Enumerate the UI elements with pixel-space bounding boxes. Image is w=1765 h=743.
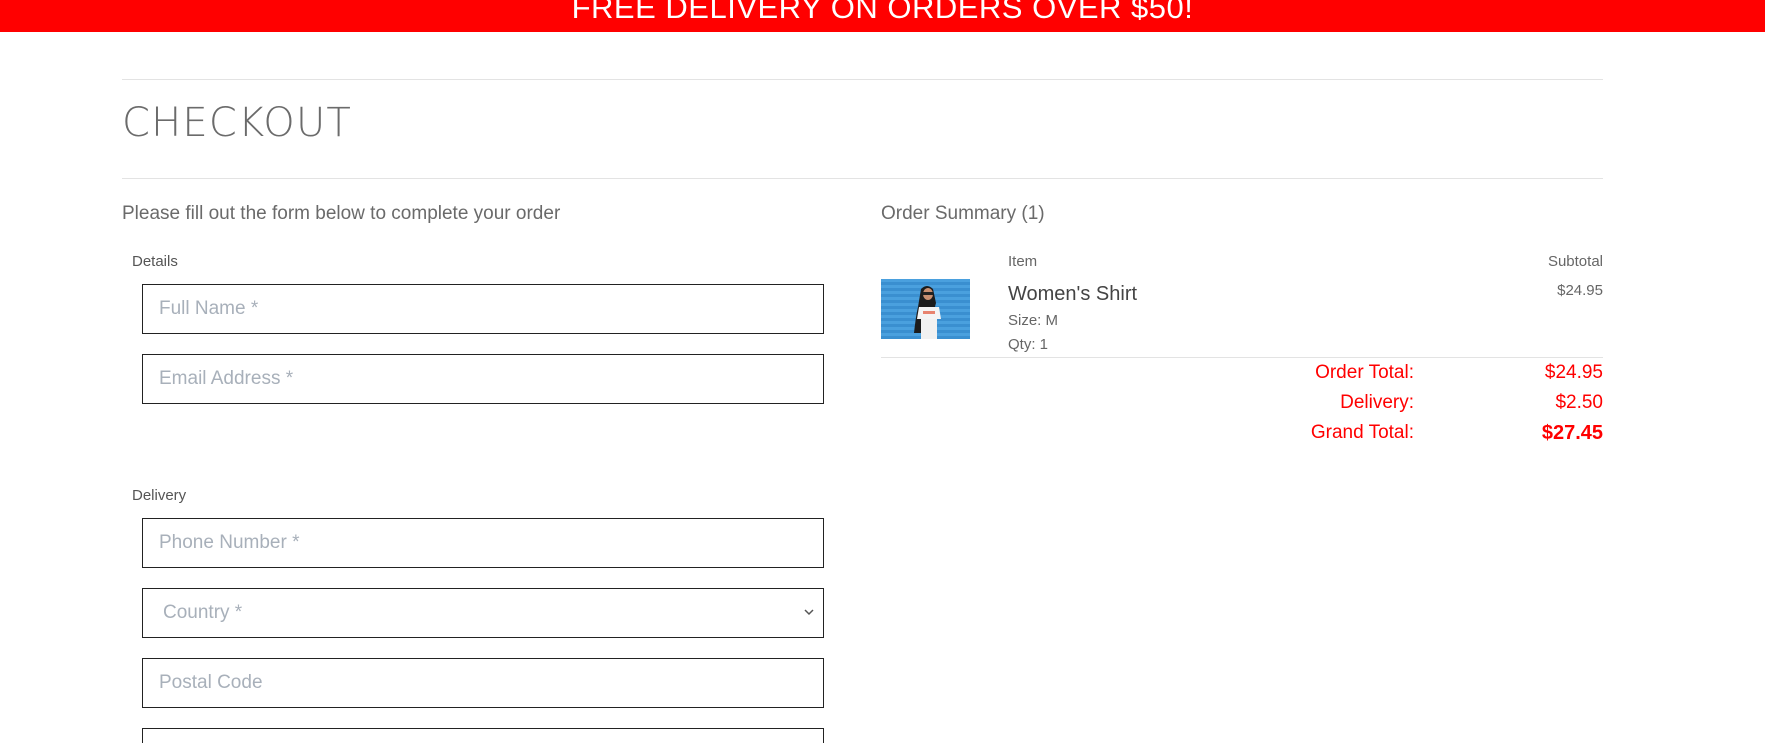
phone-input[interactable] bbox=[142, 518, 824, 568]
product-thumbnail[interactable] bbox=[881, 279, 970, 339]
item-column-header: Item bbox=[1008, 253, 1038, 270]
chevron-down-icon bbox=[804, 609, 814, 616]
promo-banner-text: FREE DELIVERY ON ORDERS OVER $50! bbox=[571, 0, 1194, 25]
product-name: Women's Shirt bbox=[1008, 283, 1138, 305]
product-quantity: Qty: 1 bbox=[1008, 336, 1049, 353]
order-total-label: Order Total: bbox=[1315, 362, 1414, 383]
summary-divider bbox=[881, 357, 1603, 358]
order-total-value: $24.95 bbox=[1544, 362, 1603, 383]
full-name-input[interactable] bbox=[142, 284, 824, 334]
email-input[interactable] bbox=[142, 354, 824, 404]
address-input[interactable] bbox=[142, 728, 824, 743]
details-section-label: Details bbox=[132, 253, 178, 270]
delivery-section-label: Delivery bbox=[132, 487, 187, 504]
delivery-cost-label: Delivery: bbox=[1340, 392, 1414, 413]
product-photo-icon bbox=[914, 286, 941, 339]
delivery-cost-value: $2.50 bbox=[1555, 392, 1603, 413]
postal-code-input[interactable] bbox=[142, 658, 824, 708]
country-select-value: Country * bbox=[163, 602, 243, 623]
subtotal-column-header: Subtotal bbox=[1547, 253, 1603, 270]
header-divider bbox=[122, 79, 1603, 80]
country-select[interactable]: Country * bbox=[142, 588, 824, 638]
order-summary-title: Order Summary (1) bbox=[881, 203, 1045, 224]
product-subtotal: $24.95 bbox=[1557, 282, 1603, 299]
page-title: CHECKOUT bbox=[122, 100, 353, 146]
form-intro-text: Please fill out the form below to comple… bbox=[122, 203, 561, 224]
promo-banner: FREE DELIVERY ON ORDERS OVER $50! bbox=[0, 0, 1765, 32]
title-divider bbox=[122, 178, 1603, 179]
grand-total-label: Grand Total: bbox=[1310, 422, 1414, 443]
product-size: Size: M bbox=[1008, 312, 1059, 329]
grand-total-value: $27.45 bbox=[1541, 422, 1603, 444]
